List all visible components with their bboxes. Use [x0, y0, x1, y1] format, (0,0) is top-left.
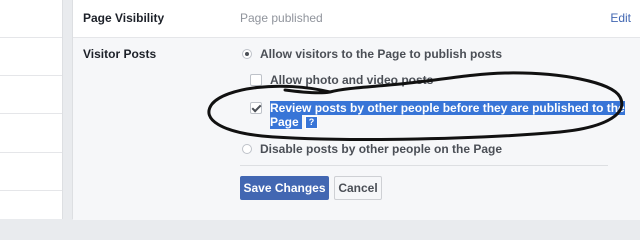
page-visibility-value: Page published: [240, 11, 323, 25]
option-disable-posts-label: Disable posts by other people on the Pag…: [260, 142, 503, 156]
visitor-posts-label: Visitor Posts: [83, 47, 157, 61]
options-divider: [240, 165, 608, 166]
save-changes-button[interactable]: Save Changes: [240, 176, 329, 200]
page-visibility-label: Page Visibility: [83, 11, 165, 25]
left-sidebar: [0, 0, 63, 219]
option-review-posts-label: Review posts by other people before they…: [270, 101, 625, 130]
sidebar-divider: [0, 113, 62, 114]
page-visibility-row: Page Visibility Page published Edit: [73, 0, 640, 37]
checkbox-review-posts[interactable]: [250, 102, 262, 114]
edit-link[interactable]: Edit: [610, 11, 631, 25]
radio-allow-visitors[interactable]: [242, 49, 252, 59]
help-icon[interactable]: ?: [305, 116, 319, 130]
checkbox-allow-photo-video[interactable]: [250, 74, 262, 86]
sidebar-divider: [0, 152, 62, 153]
option-allow-photo-video-label: Allow photo and video posts: [270, 73, 434, 87]
option-review-posts[interactable]: Review posts by other people before they…: [250, 101, 625, 130]
cancel-button[interactable]: Cancel: [334, 176, 382, 200]
option-allow-visitors-label: Allow visitors to the Page to publish po…: [260, 47, 503, 61]
option-disable-posts[interactable]: Disable posts by other people on the Pag…: [242, 142, 502, 156]
option-allow-visitors[interactable]: Allow visitors to the Page to publish po…: [242, 47, 502, 61]
visitor-posts-row: Visitor Posts Allow visitors to the Page…: [73, 37, 640, 220]
sidebar-divider: [0, 75, 62, 76]
radio-disable-posts[interactable]: [242, 144, 252, 154]
review-posts-text-line2: Page: [270, 115, 299, 129]
review-posts-text-line1: Review posts by other people before they…: [270, 101, 625, 115]
sidebar-divider: [0, 37, 62, 38]
option-allow-photo-video[interactable]: Allow photo and video posts: [250, 73, 433, 87]
settings-card: Page Visibility Page published Edit Visi…: [72, 0, 640, 220]
sidebar-divider: [0, 190, 62, 191]
